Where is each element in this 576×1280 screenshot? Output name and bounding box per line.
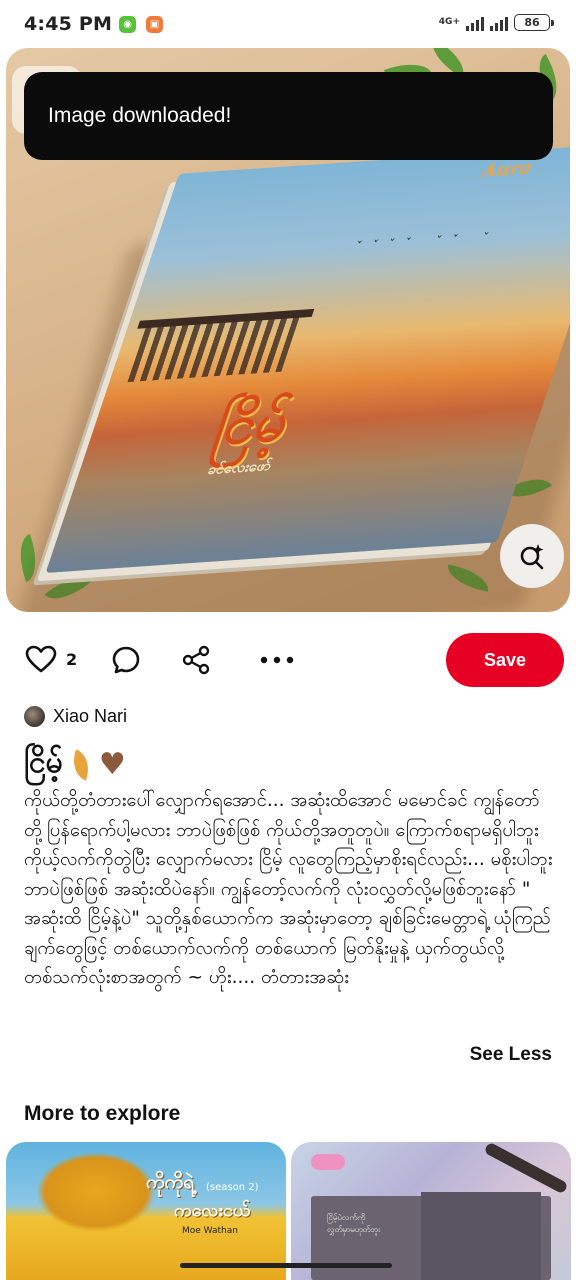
status-bar: 4:45 PM ◉ ▣ 4G+ 86 [0,0,576,48]
author-row[interactable]: Xiao Nari [24,706,127,727]
explore-card[interactable]: ကိုကိုရဲ့ (season 2) ကလေးငယ် Moe Wathan [6,1142,286,1280]
card-author: Moe Wathan [182,1226,238,1236]
visual-search-button[interactable] [500,524,564,588]
card-season: (season 2) [206,1182,259,1193]
brown-heart-icon: ♥ [98,747,126,782]
comment-icon [112,646,140,674]
card-title: ကိုကိုရဲ့ [146,1171,195,1193]
cloud-decoration [311,1154,345,1170]
lens-sparkle-icon [520,544,544,570]
more-to-explore-heading: More to explore [24,1102,181,1125]
author-name[interactable]: Xiao Nari [53,706,127,727]
card-subtitle: ကလေးငယ် [174,1200,251,1221]
book-illustration-2 [421,1192,541,1280]
heart-icon [25,645,57,673]
android-app-icon: ◉ [119,15,137,33]
battery-icon: 86 [514,14,554,31]
status-indicators: 4G+ 86 [438,14,554,31]
book-cover: ˇˇˇˇ ˇˇ ˇ Aura ငြိမ့် ခင်လေးဖော် [45,143,570,573]
avatar[interactable] [24,706,45,727]
signal-icon [466,15,484,31]
download-toast: Image downloaded! [24,72,553,160]
save-button[interactable]: Save [446,633,564,687]
toast-message: Image downloaded! [48,104,232,127]
more-options-button[interactable] [256,644,298,676]
explore-card[interactable]: ငြိမ့်ပဲလက်ကို လွှတ်မှာမဟုတ်ဘူး [291,1142,571,1280]
home-indicator[interactable] [180,1263,392,1268]
like-count: 2 [66,650,78,669]
status-time: 4:45 PM [24,13,113,35]
pen-illustration [483,1142,569,1195]
shopping-app-icon: ▣ [146,15,164,33]
birds: ˇˇˇˇ ˇˇ ˇ [352,229,501,254]
like-button[interactable] [24,644,58,674]
battery-level: 86 [524,16,540,29]
action-bar: 2 Save [0,628,576,690]
card-text-line: ငြိမ့်ပဲလက်ကို [327,1213,366,1222]
see-less-link[interactable]: See Less [470,1044,552,1066]
share-icon [182,645,210,675]
cover-author: ခင်လေးဖော် [205,457,274,479]
palm-tree-illustration [36,1152,156,1232]
card-text-line: လွှတ်မှာမဟုတ်ဘူး [327,1225,381,1234]
leaf-emoji-icon [66,748,95,781]
share-button[interactable] [180,644,212,676]
signal-icon-2 [490,15,508,31]
comment-button[interactable] [110,644,142,676]
pier-pillars [127,311,302,383]
card-text: ငြိမ့်ပဲလက်ကို လွှတ်မှာမဟုတ်ဘူး [327,1212,380,1236]
pin-title: ငြိမ့် ♥ [24,742,126,787]
pin-title-text: ငြိမ့် [24,745,63,780]
pin-description: ကိုယ်တို့တံတားပေါ်လျှောက်ရအောင်... အဆုံး… [24,790,553,988]
ellipsis-icon [260,656,294,664]
cover-brand: Aura [478,157,536,182]
network-label: 4G+ [438,17,460,27]
